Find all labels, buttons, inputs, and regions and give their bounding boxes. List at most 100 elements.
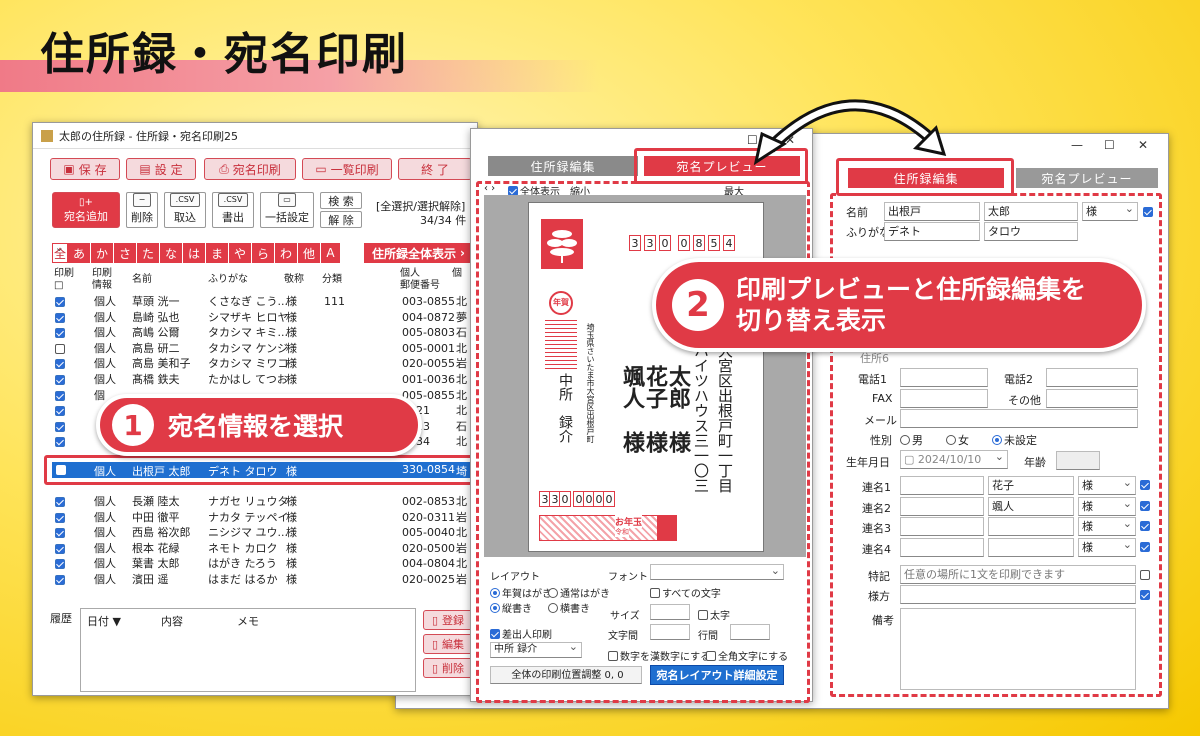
tel1-field[interactable] xyxy=(900,368,988,387)
history-delete-button[interactable]: ▯ 削除 xyxy=(423,658,473,678)
joint-check[interactable] xyxy=(1140,521,1150,531)
joint-first-field[interactable]: 花子 xyxy=(988,476,1074,495)
release-button[interactable]: 解 除 xyxy=(320,211,362,228)
joint-title-select[interactable]: 様 xyxy=(1078,476,1136,495)
honor-check[interactable] xyxy=(1140,590,1150,600)
row-checkbox[interactable] xyxy=(55,406,65,417)
exit-button[interactable]: 終 了 xyxy=(398,158,472,180)
tab-kana-ra[interactable]: ら xyxy=(252,243,275,263)
fullwidth-check[interactable]: 全角文字にする xyxy=(706,648,788,663)
history-col-memo[interactable]: メモ xyxy=(237,613,259,629)
add-address-button[interactable]: ▯+ 宛名追加 xyxy=(52,192,120,228)
joint-check[interactable] xyxy=(1140,480,1150,490)
close-icon[interactable]: ✕ xyxy=(1138,138,1148,152)
birth-field[interactable]: ▢ 2024/10/10 xyxy=(900,450,1008,469)
show-all-button[interactable]: 住所録全体表示 › xyxy=(364,243,474,263)
mail-field[interactable] xyxy=(900,409,1138,428)
row-checkbox[interactable] xyxy=(55,528,65,539)
joint-first-field[interactable] xyxy=(988,537,1074,557)
radio-vertical[interactable]: 縦書き xyxy=(490,600,532,615)
row-checkbox[interactable] xyxy=(55,297,65,307)
tab-kana-other[interactable]: 他 xyxy=(298,243,321,263)
joint-last-field[interactable] xyxy=(900,496,984,516)
address-print-button[interactable]: ⎙ 宛名印刷 xyxy=(204,158,296,180)
col-category[interactable]: 分類 xyxy=(322,274,342,286)
col-print[interactable]: 印刷 □ xyxy=(54,268,74,292)
row-checkbox[interactable] xyxy=(55,497,65,507)
tab-preview-edit-win[interactable]: 宛名プレビュー xyxy=(1016,168,1158,188)
gender-female-radio[interactable]: 女 xyxy=(946,432,969,448)
layout-detail-button[interactable]: 宛名レイアウト詳細設定 xyxy=(650,665,784,685)
table-row[interactable]: 個人 髙橋 鉄夫 たかはし てつお様 001-0036 北 xyxy=(52,372,472,387)
radio-normal[interactable]: 通常はがき xyxy=(548,585,610,600)
gender-male-radio[interactable]: 男 xyxy=(900,432,923,448)
note-field[interactable]: 任意の場所に1文を印刷できます xyxy=(900,565,1136,584)
joint-last-field[interactable] xyxy=(900,517,984,536)
tab-kana-ya[interactable]: や xyxy=(229,243,252,263)
row-checkbox[interactable] xyxy=(55,421,65,432)
maximize-icon[interactable]: ☐ xyxy=(1104,138,1115,152)
row-checkbox[interactable] xyxy=(55,328,65,339)
table-row[interactable]: 個人 西島 裕次郎 ニシジマ ユウ... 様 005-0040 北 xyxy=(52,525,472,540)
row-checkbox[interactable] xyxy=(55,343,65,354)
row-checkbox[interactable] xyxy=(55,543,65,554)
save-button[interactable]: ▣ 保 存 xyxy=(50,158,120,180)
row-checkbox[interactable] xyxy=(55,575,65,585)
furigana-last-field[interactable]: デネト xyxy=(884,222,980,241)
tab-kana-ta[interactable]: た xyxy=(137,243,160,263)
col-name[interactable]: 名前 xyxy=(132,274,152,286)
all-chars-check[interactable]: すべての文字 xyxy=(650,585,721,600)
tab-kana-ma[interactable]: ま xyxy=(206,243,229,263)
table-row[interactable]: 個人 高嶋 公爾 タカシマ キミ... 様 005-0803 石 xyxy=(52,325,472,340)
row-checkbox[interactable] xyxy=(55,375,65,385)
other-field[interactable] xyxy=(1046,389,1138,408)
nav-arrows[interactable]: ‹ › xyxy=(484,183,495,194)
history-col-date[interactable]: 日付 ▼ xyxy=(87,613,121,629)
tab-kana-alpha[interactable]: A xyxy=(321,243,341,263)
tab-kana-ha[interactable]: は xyxy=(183,243,206,263)
font-select[interactable] xyxy=(650,564,784,580)
tab-kana-wa[interactable]: わ xyxy=(275,243,298,263)
row-checkbox[interactable] xyxy=(55,559,65,570)
joint-title-select[interactable]: 様 xyxy=(1078,496,1136,516)
row-checkbox[interactable] xyxy=(55,512,65,523)
furigana-first-field[interactable]: タロウ xyxy=(984,222,1078,241)
row-checkbox[interactable] xyxy=(55,312,65,323)
fax-field[interactable] xyxy=(900,389,988,408)
minimize-icon[interactable]: — xyxy=(1071,138,1083,152)
title-select[interactable]: 様 xyxy=(1082,202,1138,221)
line-space-spin[interactable] xyxy=(730,624,770,640)
tel2-field[interactable] xyxy=(1046,368,1138,387)
radio-nenga[interactable]: 年賀はがき xyxy=(490,585,552,600)
joint-title-select[interactable]: 様 xyxy=(1078,537,1136,557)
tab-kana-all[interactable]: 全 xyxy=(52,241,68,263)
col-postal[interactable]: 個人 郵便番号 xyxy=(400,268,440,292)
search-button[interactable]: 検 索 xyxy=(320,192,362,209)
delete-button[interactable]: − 削除 xyxy=(126,192,158,228)
joint-title-select[interactable]: 様 xyxy=(1078,517,1136,536)
last-name-field[interactable]: 出根戸 xyxy=(884,202,980,221)
row-checkbox[interactable] xyxy=(55,437,65,448)
col-info[interactable]: 印刷 情報 xyxy=(92,268,112,292)
sender-print-check[interactable]: 差出人印刷 xyxy=(490,626,552,641)
tab-kana-a[interactable]: あ xyxy=(68,243,91,263)
history-edit-button[interactable]: ▯ 編集 xyxy=(423,634,473,654)
radio-horizontal[interactable]: 横書き xyxy=(548,600,590,615)
honor-field[interactable] xyxy=(900,585,1136,604)
table-row[interactable]: 個人 根本 花緑 ネモト カロク様 020-0500 岩 xyxy=(52,541,472,556)
print-position-button[interactable]: 全体の印刷位置調整 0, 0 xyxy=(490,666,642,684)
kanji-num-check[interactable]: 数字を漢数字にする xyxy=(608,648,710,663)
import-button[interactable]: .CSV 取込 xyxy=(164,192,206,228)
export-button[interactable]: .CSV 書出 xyxy=(212,192,254,228)
row-checkbox[interactable] xyxy=(55,359,65,370)
table-row[interactable]: 個人 長瀬 陸太 ナガセ リュウタ様 002-0853 北 xyxy=(52,494,472,509)
joint-check[interactable] xyxy=(1140,541,1150,552)
tab-address-edit[interactable]: 住所録編集 xyxy=(488,156,638,176)
table-row[interactable]: 個人 葉書 太郎 はがき たろう様 004-0804 北 xyxy=(52,556,472,571)
table-row[interactable]: 個人 高島 美和子 タカシマ ミワコ様 020-0055 岩 xyxy=(52,356,472,371)
col-title[interactable]: 敬称 xyxy=(284,274,304,286)
first-name-field[interactable]: 太郎 xyxy=(984,202,1078,221)
table-row[interactable]: 個人 草頭 洸一 くさなぎ こう... 様 111 003-0855 北 xyxy=(52,294,472,309)
table-row[interactable]: 個人 濱田 遥 はまだ はるか様 020-0025 岩 xyxy=(52,572,472,587)
tab-kana-sa[interactable]: さ xyxy=(114,243,137,263)
